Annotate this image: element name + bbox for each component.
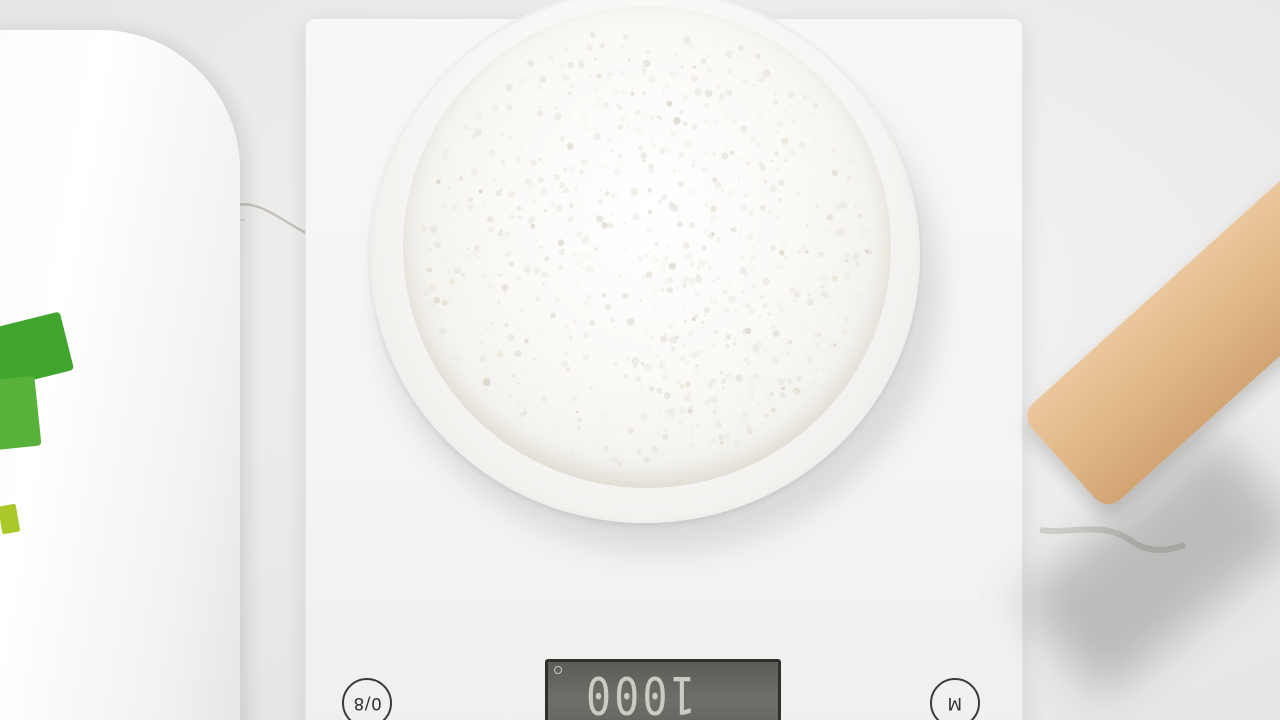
scale-display: 1000	[545, 659, 781, 720]
mode-button-label: M	[947, 693, 963, 713]
flour-texture	[420, 29, 873, 467]
scale-reading: 1000	[582, 664, 696, 720]
mode-button[interactable]: M	[930, 678, 980, 720]
flour-bag-label-secondary	[0, 375, 42, 451]
tare-button[interactable]: 0/8	[342, 678, 392, 720]
power-indicator-icon	[554, 666, 562, 674]
rolling-pin	[1020, 133, 1280, 512]
photo-scene: 0/8 M 1000	[0, 0, 1280, 720]
tare-button-label: 0/8	[352, 693, 382, 713]
